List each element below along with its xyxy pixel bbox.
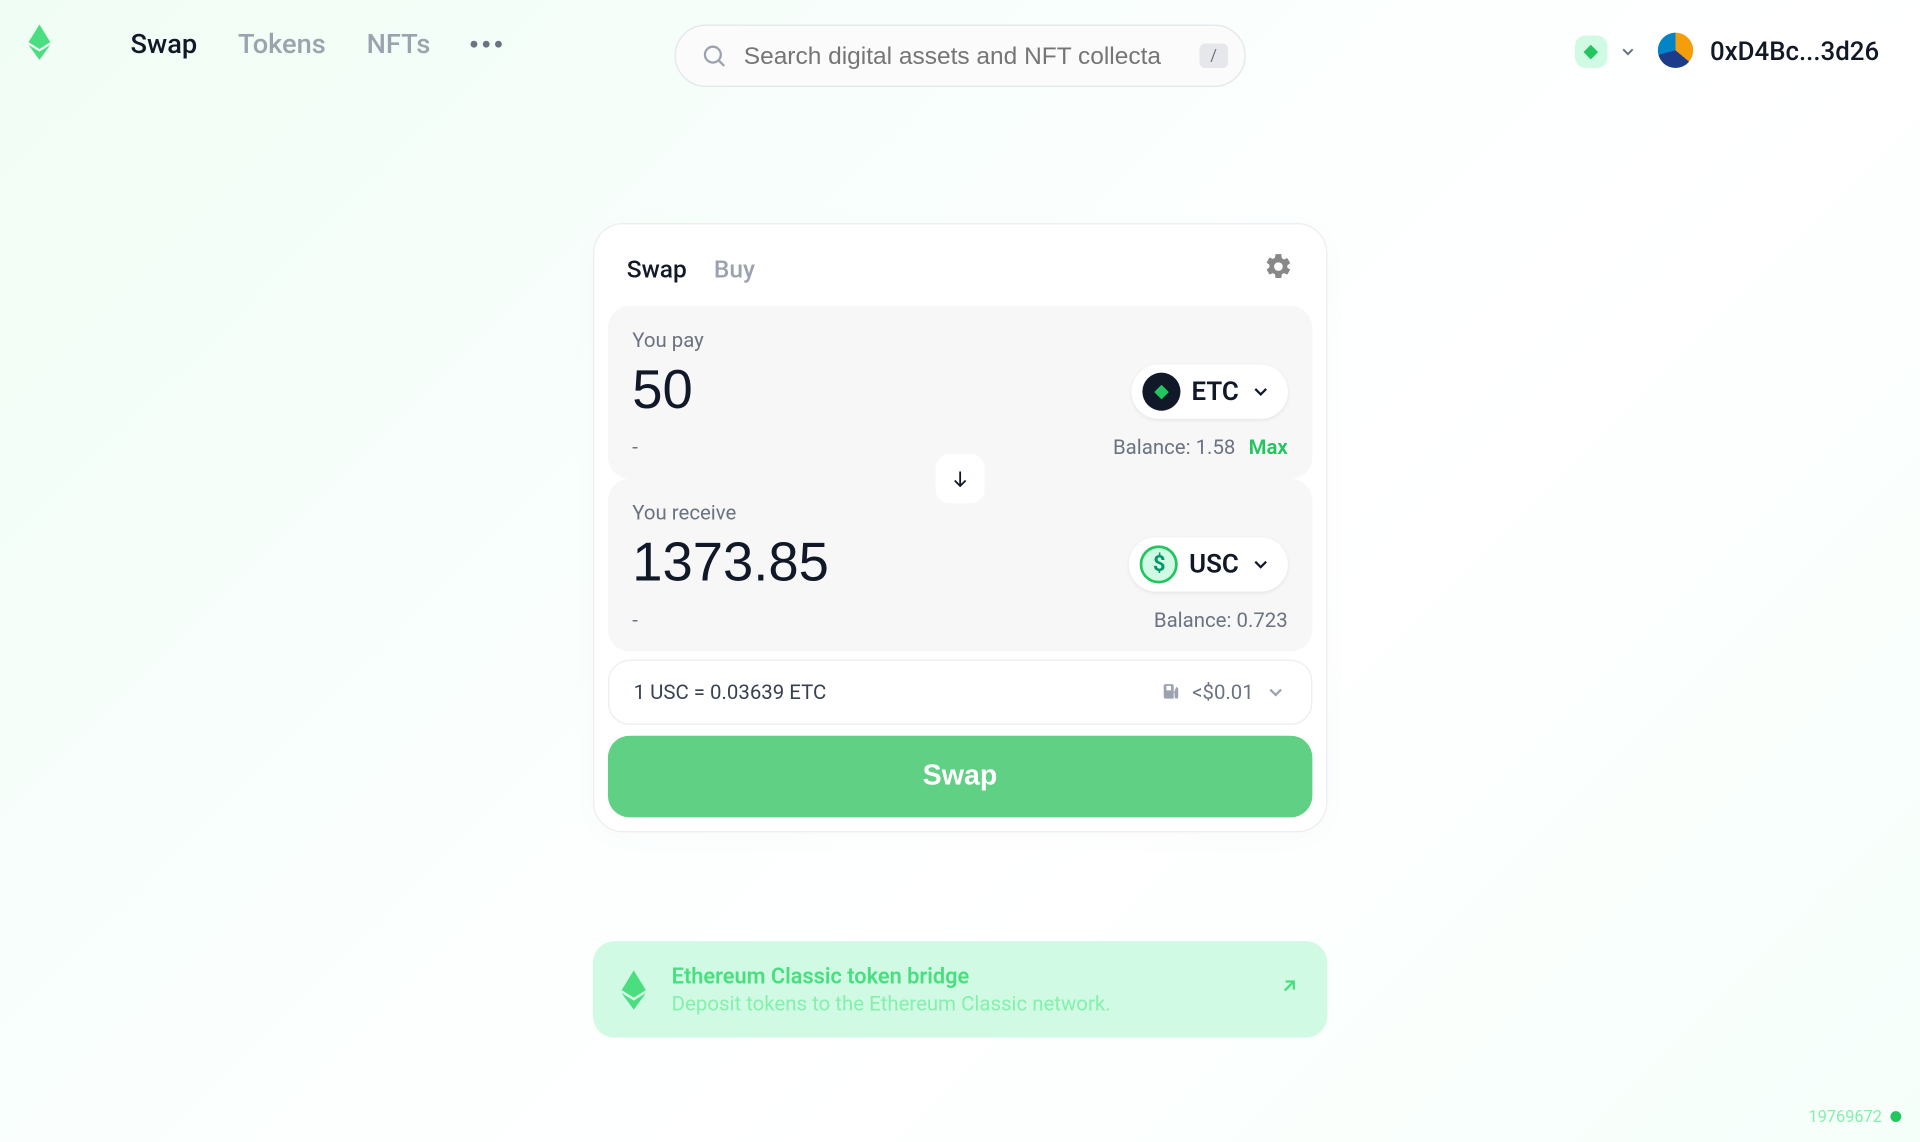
nav-tokens[interactable]: Tokens: [238, 27, 326, 60]
swap-direction-button[interactable]: [930, 449, 990, 509]
max-button[interactable]: Max: [1249, 435, 1288, 459]
search-icon: [700, 42, 727, 69]
receive-amount-input[interactable]: [632, 533, 1025, 594]
external-link-icon: [1278, 975, 1300, 1004]
nav-swap[interactable]: Swap: [131, 27, 198, 60]
gas-estimate: <$0.01: [1192, 680, 1254, 704]
usc-token-icon: [1140, 545, 1178, 583]
receive-fiat-value: -: [632, 608, 638, 632]
ethereum-icon: ◆: [1575, 35, 1608, 68]
block-number: 19769672: [1809, 1107, 1882, 1126]
etc-token-icon: [1143, 372, 1181, 410]
arrow-down-icon: [949, 468, 971, 490]
pay-fiat-value: -: [632, 435, 638, 459]
rate-row[interactable]: 1 USC = 0.03639 ETC <$0.01: [608, 660, 1312, 725]
gear-icon: [1263, 252, 1293, 282]
account-address: 0xD4Bc...3d26: [1710, 35, 1879, 66]
pay-token-symbol: ETC: [1192, 375, 1239, 406]
pay-label: You pay: [632, 328, 1288, 352]
bridge-eth-icon: [620, 969, 647, 1010]
bridge-subtitle: Deposit tokens to the Ethereum Classic n…: [672, 991, 1254, 1015]
card-tabs: Swap Buy: [627, 255, 755, 284]
status-dot-icon: [1890, 1111, 1901, 1122]
swap-submit-button[interactable]: Swap: [608, 736, 1312, 818]
swap-card: Swap Buy You pay ETC -: [593, 223, 1327, 832]
search-shortcut-badge: /: [1199, 44, 1227, 68]
chevron-down-icon: [1618, 42, 1637, 61]
chevron-down-icon: [1250, 553, 1272, 575]
tab-buy[interactable]: Buy: [714, 255, 755, 284]
pay-token-selector[interactable]: ETC: [1132, 364, 1288, 418]
nav-nfts[interactable]: NFTs: [367, 27, 431, 60]
chevron-down-icon: [1265, 681, 1287, 703]
account-button[interactable]: 0xD4Bc...3d26: [1645, 22, 1901, 79]
search-input[interactable]: [744, 41, 1183, 70]
search-bar[interactable]: /: [674, 24, 1245, 87]
bridge-title: Ethereum Classic token bridge: [672, 963, 1254, 989]
nav-more-menu[interactable]: [471, 40, 502, 47]
gas-icon: [1159, 681, 1181, 703]
exchange-rate: 1 USC = 0.03639 ETC: [634, 680, 827, 704]
receive-balance: Balance: 0.723: [1154, 608, 1288, 632]
chevron-down-icon: [1250, 380, 1272, 402]
tab-swap[interactable]: Swap: [627, 255, 687, 284]
receive-token-selector[interactable]: USC: [1129, 537, 1287, 591]
block-number-indicator[interactable]: 19769672: [1809, 1107, 1901, 1126]
settings-button[interactable]: [1263, 252, 1293, 287]
pay-amount-input[interactable]: [632, 360, 1025, 421]
network-selector[interactable]: ◆: [1575, 35, 1638, 68]
receive-token-symbol: USC: [1189, 548, 1239, 579]
pay-balance: Balance: 1.58: [1113, 435, 1235, 459]
avatar: [1658, 33, 1693, 68]
bridge-banner[interactable]: Ethereum Classic token bridge Deposit to…: [593, 941, 1327, 1038]
app-logo: [27, 24, 51, 65]
top-nav: Swap Tokens NFTs: [131, 27, 503, 60]
